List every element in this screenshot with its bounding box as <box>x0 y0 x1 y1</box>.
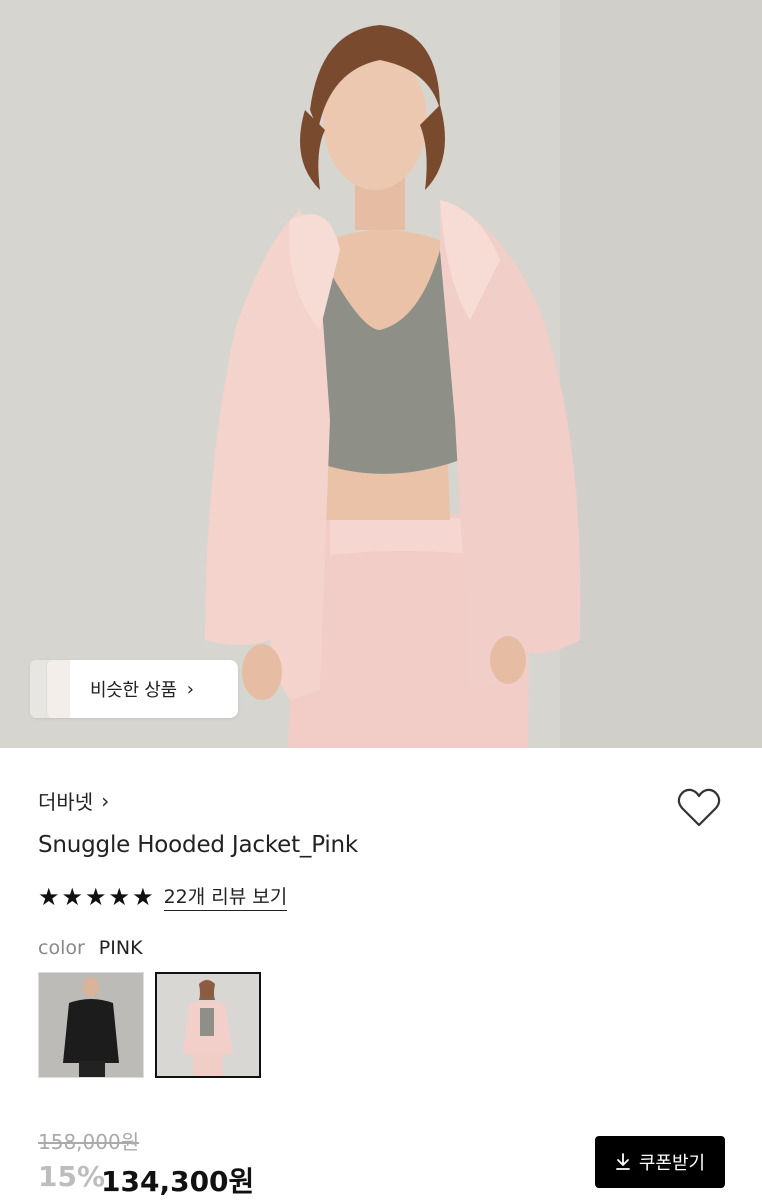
coupon-button[interactable]: 쿠폰받기 <box>595 1136 725 1188</box>
wishlist-heart-button[interactable] <box>676 786 722 830</box>
similar-products-thumbnails <box>30 660 82 718</box>
rating-row: ★ ★ ★ ★ ★ 22개 리뷰 보기 <box>38 882 288 911</box>
rating-stars: ★ ★ ★ ★ ★ <box>38 883 154 911</box>
coupon-label: 쿠폰받기 <box>638 1153 706 1174</box>
discount-rate: 15% <box>38 1160 106 1193</box>
similar-thumb-2 <box>46 660 70 718</box>
color-swatch-black[interactable] <box>38 972 144 1078</box>
star-icon: ★ <box>38 882 60 911</box>
original-price: 158,000원 <box>38 1130 140 1154</box>
swatch-pink-image <box>157 974 259 1076</box>
product-title: Snuggle Hooded Jacket_Pink <box>38 832 359 858</box>
sale-price: 134,300원 <box>101 1165 255 1198</box>
star-icon: ★ <box>61 882 84 911</box>
swatch-black-image <box>39 973 143 1077</box>
model-photo <box>0 0 762 748</box>
similar-products-button[interactable]: 비슷한 상품 › <box>30 660 238 718</box>
product-hero-image[interactable]: 비슷한 상품 › <box>0 0 762 748</box>
star-icon: ★ <box>108 882 131 911</box>
chevron-right-icon: › <box>186 678 194 700</box>
color-label: color <box>38 937 85 959</box>
brand-name: 더바넷 <box>38 790 94 814</box>
brand-link[interactable]: 더바넷 › <box>38 786 109 815</box>
review-link[interactable]: 22개 리뷰 보기 <box>163 882 288 911</box>
download-icon <box>615 1153 630 1170</box>
star-icon: ★ <box>85 882 107 911</box>
star-icon: ★ <box>132 882 154 911</box>
color-value: PINK <box>98 937 143 959</box>
heart-icon <box>677 788 721 827</box>
color-row: color PINK <box>38 937 143 959</box>
chevron-right-icon: › <box>101 788 110 813</box>
color-swatch-pink[interactable] <box>155 972 261 1078</box>
similar-products-label: 비슷한 상품 <box>90 680 177 701</box>
